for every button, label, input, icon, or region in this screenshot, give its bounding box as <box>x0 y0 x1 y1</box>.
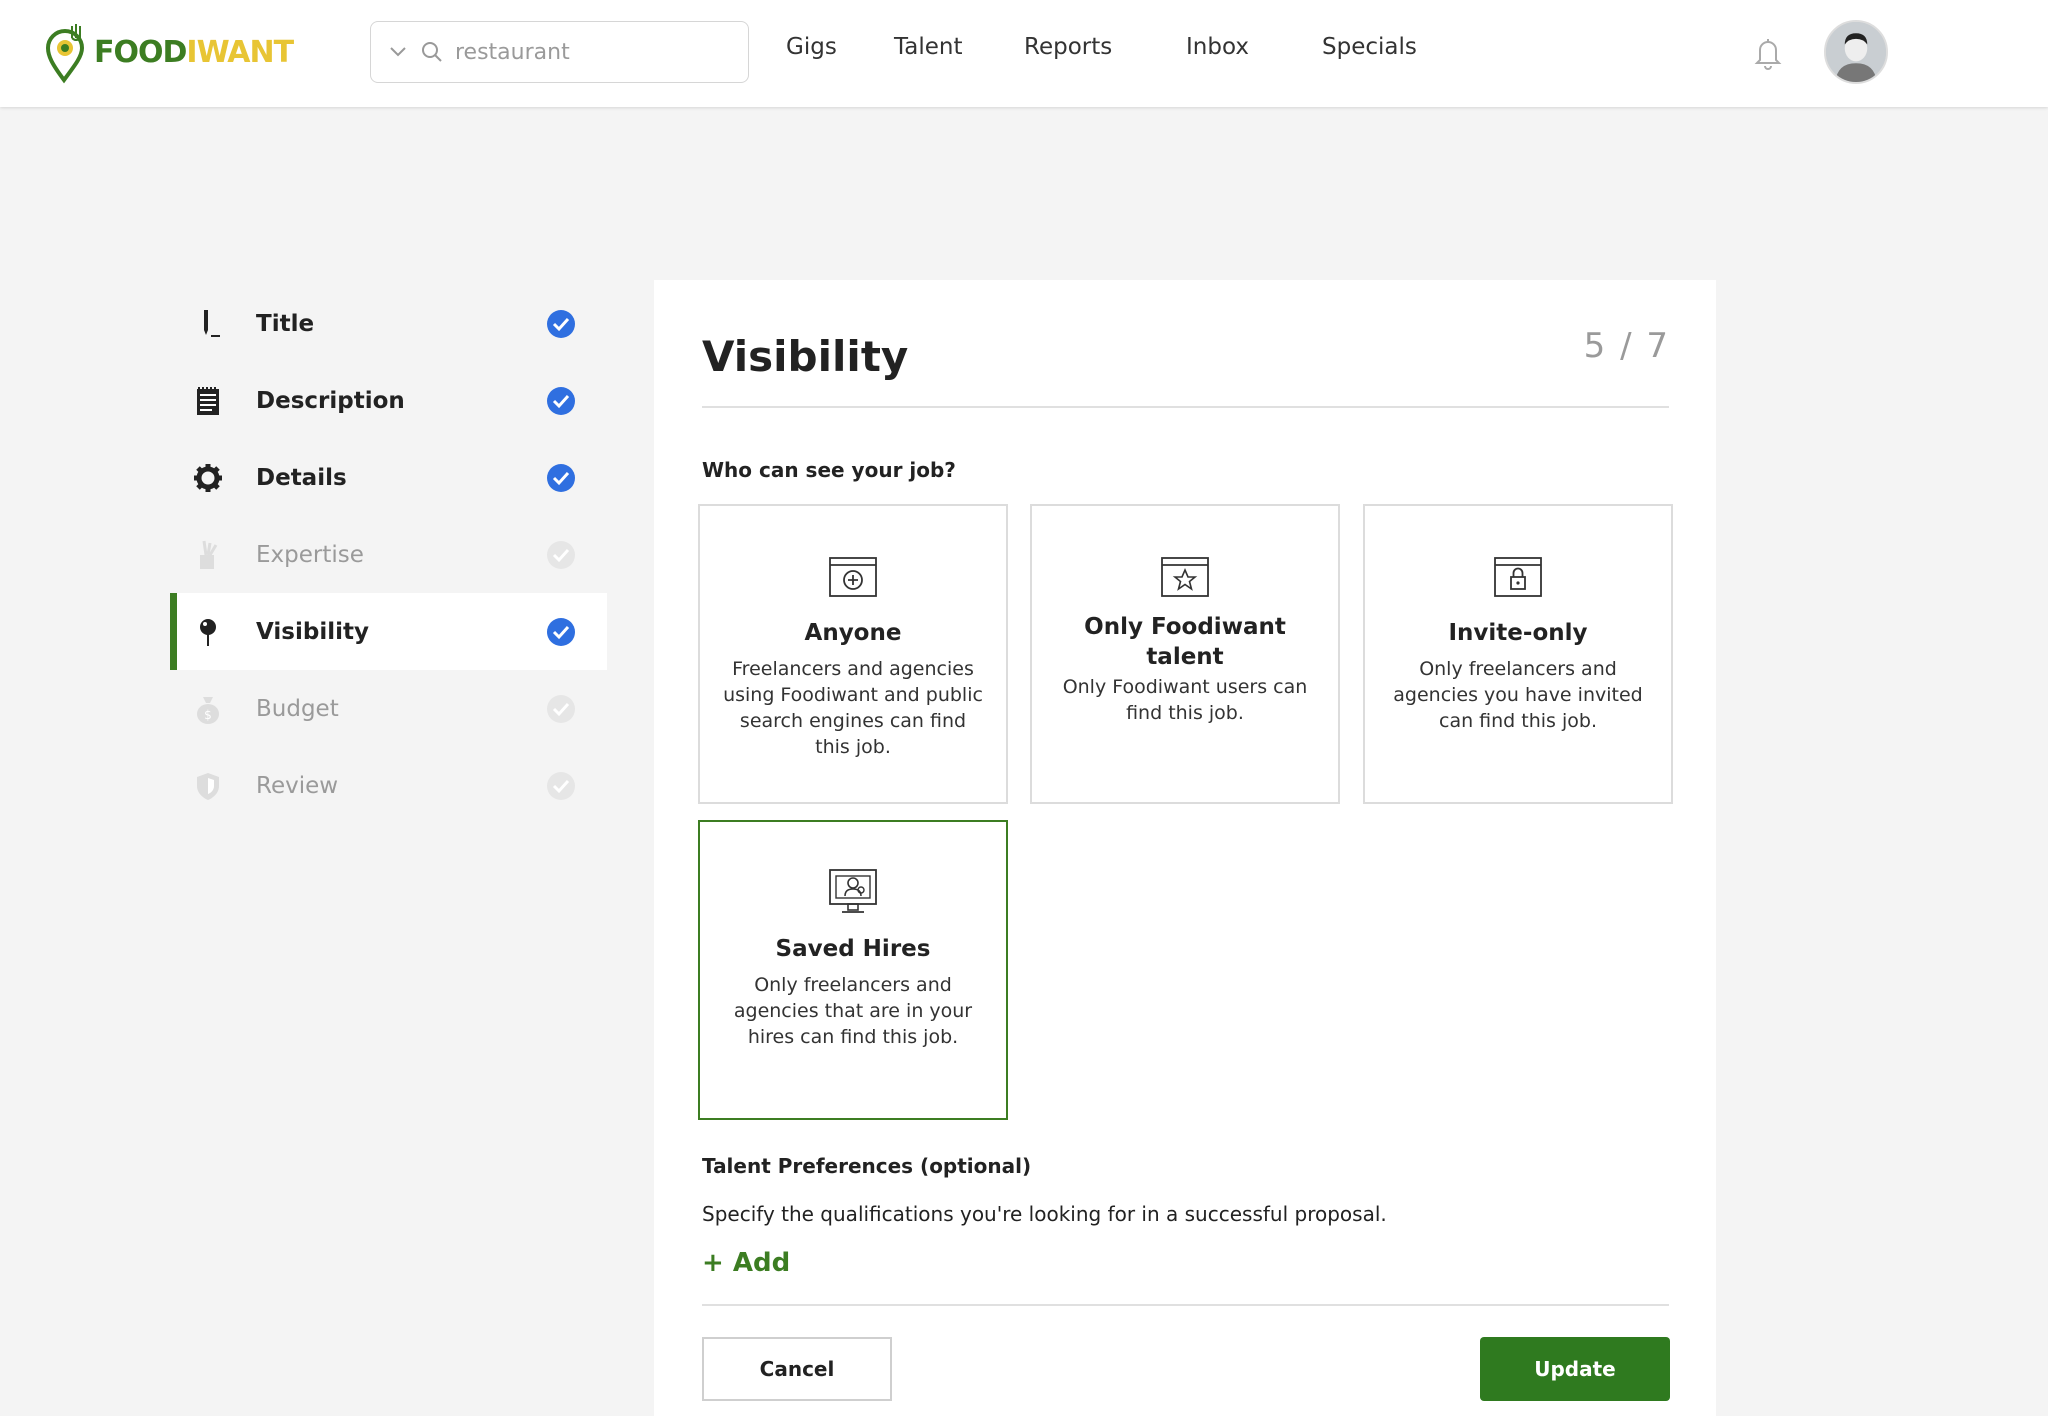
nav-talent[interactable]: Talent <box>894 34 962 60</box>
update-button[interactable]: Update <box>1480 1337 1670 1401</box>
page-title: Visibility <box>702 332 909 381</box>
brush-icon <box>192 539 224 571</box>
cancel-button[interactable]: Cancel <box>702 1337 892 1401</box>
check-badge-icon <box>547 463 575 492</box>
talent-preferences-desc: Specify the qualifications you're lookin… <box>702 1202 1387 1226</box>
pen-icon <box>192 308 224 340</box>
step-label: Visibility <box>256 618 369 645</box>
title-divider <box>702 406 1669 408</box>
check-badge-icon <box>547 617 575 646</box>
check-badge-icon <box>547 386 575 415</box>
monitor-person-icon <box>829 869 877 913</box>
steps-sidebar: Title Description Details Expertise Visi… <box>170 285 607 824</box>
check-badge-icon <box>547 694 575 723</box>
avatar[interactable] <box>1824 20 1888 84</box>
foodiwant-logo[interactable]: FOODIWANT <box>42 20 294 84</box>
add-divider <box>702 1304 1669 1306</box>
step-label: Title <box>256 310 315 337</box>
nav-inbox[interactable]: Inbox <box>1186 34 1249 60</box>
option-desc: Only freelancers and agencies you have i… <box>1393 658 1643 732</box>
pin-icon <box>192 616 224 648</box>
option-title: Saved Hires <box>775 936 931 962</box>
notepad-icon <box>192 385 224 417</box>
shield-icon <box>192 770 224 802</box>
logo-text: FOODIWANT <box>94 34 294 70</box>
step-counter: 5 / 7 <box>1583 326 1670 366</box>
step-budget[interactable]: $ Budget <box>170 670 607 747</box>
visibility-question: Who can see your job? <box>702 458 956 482</box>
check-badge-icon <box>547 309 575 338</box>
visibility-card: Visibility 5 / 7 Who can see your job? A… <box>654 280 1716 1416</box>
step-title[interactable]: Title <box>170 285 607 362</box>
user-avatar-icon <box>1826 22 1886 82</box>
step-label: Expertise <box>256 541 364 568</box>
option-title: Anyone <box>804 620 902 646</box>
step-details[interactable]: Details <box>170 439 607 516</box>
browser-plus-icon <box>829 557 877 597</box>
option-title: Invite-only <box>1448 620 1588 646</box>
nav-reports[interactable]: Reports <box>1024 34 1112 60</box>
check-badge-icon <box>547 540 575 569</box>
browser-lock-icon <box>1494 557 1542 597</box>
bell-icon[interactable] <box>1752 36 1784 70</box>
option-desc: Only Foodiwant users can find this job. <box>1062 676 1308 724</box>
step-label: Budget <box>256 695 339 722</box>
top-header: FOODIWANT Gigs Talent Reports Inbox Spec… <box>0 0 2048 107</box>
chevron-down-icon[interactable] <box>389 46 407 58</box>
step-description[interactable]: Description <box>170 362 607 439</box>
step-label: Review <box>256 772 339 799</box>
step-review[interactable]: Review <box>170 747 607 824</box>
nav-specials[interactable]: Specials <box>1322 34 1417 60</box>
option-desc: Only freelancers and agencies that are i… <box>733 974 973 1048</box>
svg-text:$: $ <box>204 708 212 722</box>
option-desc: Freelancers and agencies using Foodiwant… <box>723 658 983 758</box>
search-box[interactable] <box>370 21 749 83</box>
step-visibility[interactable]: Visibility <box>170 593 607 670</box>
option-invite-only[interactable]: Invite-only Only freelancers and agencie… <box>1363 504 1673 804</box>
option-title: Only Foodiwant talent <box>1084 614 1286 670</box>
option-anyone[interactable]: Anyone Freelancers and agencies using Fo… <box>698 504 1008 804</box>
step-expertise[interactable]: Expertise <box>170 516 607 593</box>
talent-preferences-title: Talent Preferences (optional) <box>702 1154 1032 1178</box>
logo-pin-icon <box>45 24 85 84</box>
option-foodiwant-talent[interactable]: Only Foodiwant talent Only Foodiwant use… <box>1030 504 1340 804</box>
option-saved-hires[interactable]: Saved Hires Only freelancers and agencie… <box>698 820 1008 1120</box>
check-badge-icon <box>547 771 575 800</box>
nav-gigs[interactable]: Gigs <box>786 34 837 60</box>
browser-star-icon <box>1161 557 1209 597</box>
money-bag-icon: $ <box>192 693 224 725</box>
add-preference-link[interactable]: + Add <box>702 1248 790 1278</box>
gear-icon <box>192 462 224 494</box>
step-label: Description <box>256 387 405 414</box>
search-input[interactable] <box>455 39 715 65</box>
search-icon <box>422 42 442 62</box>
step-label: Details <box>256 464 347 491</box>
